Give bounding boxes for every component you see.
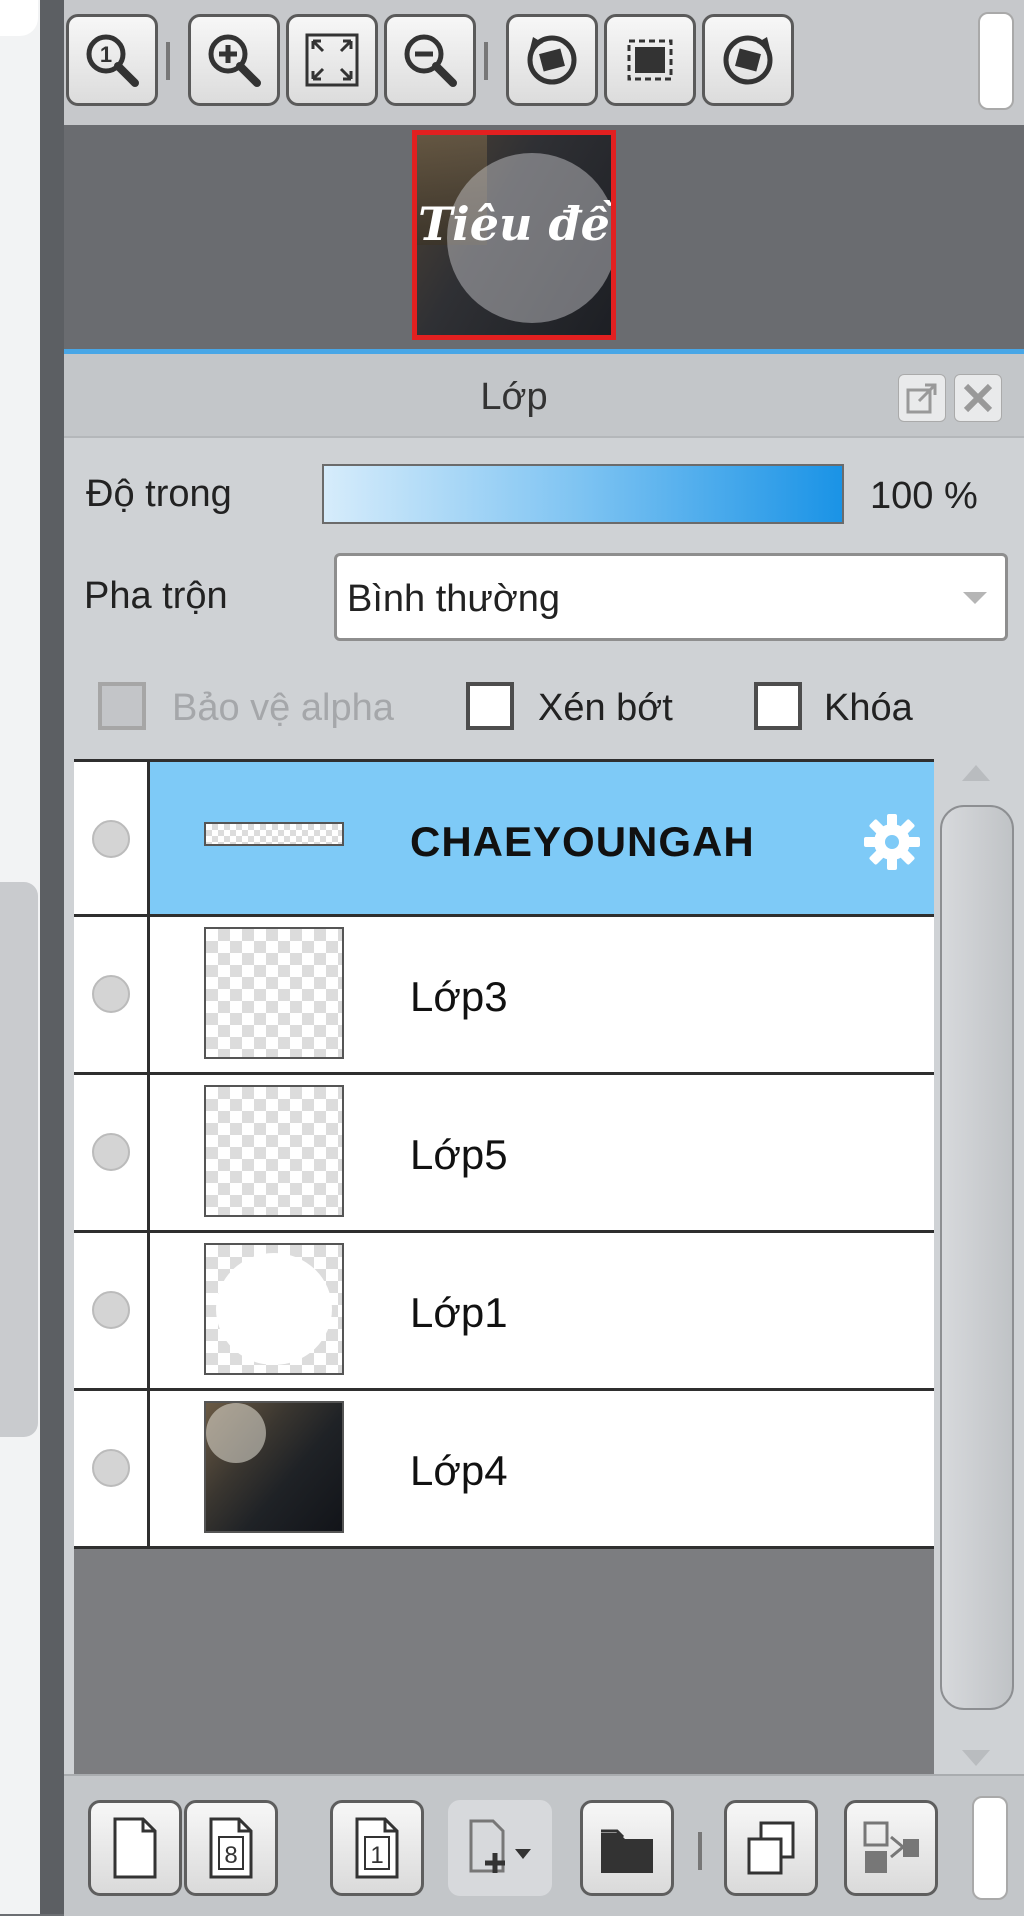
new-folder-icon — [601, 1829, 653, 1873]
visibility-toggle[interactable] — [92, 1133, 130, 1171]
fit-screen-icon — [305, 33, 359, 87]
protect-alpha-checkbox[interactable] — [98, 682, 146, 730]
blend-mode-value: Bình thường — [347, 578, 561, 620]
view-toolbar: 1 — [64, 0, 1024, 125]
layer-toolbar-scrollbar[interactable] — [972, 1796, 1008, 1900]
close-icon — [963, 383, 993, 413]
panel-header: Lớp — [64, 354, 1024, 438]
layer-name: Lớp3 — [410, 973, 508, 1020]
layer-name: Lớp5 — [410, 1131, 508, 1178]
rotate-right-button[interactable] — [702, 14, 794, 106]
lock-checkbox[interactable] — [754, 682, 802, 730]
undock-icon — [906, 383, 937, 414]
zoom-out-button[interactable] — [384, 14, 476, 106]
add-layer-dropdown-icon — [469, 1819, 531, 1873]
layer-name: Lớp4 — [410, 1447, 508, 1494]
rotate-left-button[interactable] — [506, 14, 598, 106]
layer-name: Lớp1 — [410, 1289, 508, 1336]
toolbar-scrollbar[interactable] — [978, 12, 1014, 110]
clipping-checkbox[interactable] — [466, 682, 514, 730]
reset-rotation-icon — [627, 39, 673, 81]
visibility-toggle[interactable] — [92, 1449, 130, 1487]
layer-thumbnail — [204, 927, 344, 1059]
layer-row[interactable]: Lớp1 — [74, 1233, 934, 1391]
merge-down-button[interactable] — [844, 1800, 938, 1896]
preview-title-text: Tiêu đề — [418, 197, 610, 251]
gear-icon[interactable] — [860, 810, 924, 874]
lock-label: Khóa — [824, 687, 913, 729]
layer-row[interactable]: Lớp5 — [74, 1075, 934, 1233]
reset-rotation-button[interactable] — [604, 14, 696, 106]
opacity-label: Độ trong — [86, 473, 232, 515]
blend-mode-label: Pha trộn — [84, 575, 228, 617]
layer-toolbar: 8 1 — [64, 1774, 1024, 1916]
layer-row[interactable]: CHAEYOUNGAH — [74, 759, 934, 917]
svg-text:1: 1 — [100, 42, 112, 67]
scroll-down-icon[interactable] — [962, 1750, 990, 1766]
layer-row[interactable]: Lớp4 — [74, 1391, 934, 1549]
toolbar-separator — [166, 42, 170, 80]
bit-depth-label: 8 — [224, 1842, 237, 1869]
opacity-slider[interactable] — [322, 464, 844, 524]
duplicate-layer-button[interactable] — [724, 1800, 818, 1896]
zoom-actual-size-button[interactable]: 1 — [66, 14, 158, 106]
clipping-label: Xén bớt — [538, 687, 673, 729]
layers-panel: Lớp Độ trong 100 % Pha trộn Bình thường … — [64, 349, 1024, 1916]
undock-button[interactable] — [898, 374, 946, 422]
navigator-preview[interactable]: Tiêu đề — [412, 130, 616, 340]
merge-down-icon — [863, 1821, 919, 1873]
new-layer-icon — [113, 1817, 157, 1879]
add-layer-dropdown-button[interactable] — [448, 1800, 552, 1896]
visibility-column — [74, 1233, 150, 1388]
visibility-toggle[interactable] — [92, 975, 130, 1013]
zoom-in-button[interactable] — [188, 14, 280, 106]
visibility-toggle[interactable] — [92, 820, 130, 858]
panel-title: Lớp — [480, 376, 548, 418]
scrollbar-thumb[interactable] — [940, 805, 1014, 1710]
zoom-in-icon — [208, 34, 261, 87]
zoom-out-icon — [404, 34, 457, 87]
left-panel-edge — [0, 0, 40, 1914]
rotate-right-icon — [723, 35, 773, 85]
new-1bit-layer-icon: 1 — [355, 1817, 399, 1879]
visibility-column — [74, 917, 150, 1072]
rotate-left-icon — [527, 35, 577, 85]
blend-mode-select[interactable]: Bình thường — [334, 553, 1008, 641]
new-layer-button[interactable] — [88, 1800, 182, 1896]
left-panel-corner — [0, 0, 38, 36]
new-folder-button[interactable] — [580, 1800, 674, 1896]
toolbar-separator — [484, 42, 488, 80]
new-8bit-layer-icon: 8 — [209, 1817, 253, 1879]
visibility-column — [74, 762, 150, 914]
layer-list-scrollbar[interactable] — [934, 759, 1024, 1774]
layer-thumbnail — [204, 822, 344, 846]
visibility-column — [74, 1075, 150, 1230]
visibility-toggle[interactable] — [92, 1291, 130, 1329]
chevron-down-icon — [963, 592, 987, 604]
panel-divider[interactable] — [40, 0, 64, 1914]
layer-name: CHAEYOUNGAH — [410, 818, 755, 865]
layer-row[interactable]: Lớp3 — [74, 917, 934, 1075]
toolbar-separator — [698, 1832, 702, 1870]
navigator-panel: Tiêu đề — [64, 125, 1024, 349]
new-1bit-layer-button[interactable]: 1 — [330, 1800, 424, 1896]
bit-depth-label: 1 — [370, 1842, 383, 1869]
layer-list: CHAEYOUNGAH Lớp3 Lớp5 Lớp1 Lớp4 — [74, 759, 934, 1774]
layer-thumbnail — [204, 1243, 344, 1375]
fit-screen-button[interactable] — [286, 14, 378, 106]
layer-thumbnail — [204, 1085, 344, 1217]
scroll-up-icon[interactable] — [962, 765, 990, 781]
opacity-value: 100 % — [870, 475, 978, 517]
left-scrollbar-thumb[interactable] — [0, 882, 38, 1437]
layer-thumbnail — [204, 1401, 344, 1533]
visibility-column — [74, 1391, 150, 1546]
close-panel-button[interactable] — [954, 374, 1002, 422]
zoom-actual-size-icon: 1 — [86, 34, 139, 87]
duplicate-layer-icon — [747, 1821, 795, 1875]
new-8bit-layer-button[interactable]: 8 — [184, 1800, 278, 1896]
protect-alpha-label: Bảo vệ alpha — [172, 687, 394, 729]
